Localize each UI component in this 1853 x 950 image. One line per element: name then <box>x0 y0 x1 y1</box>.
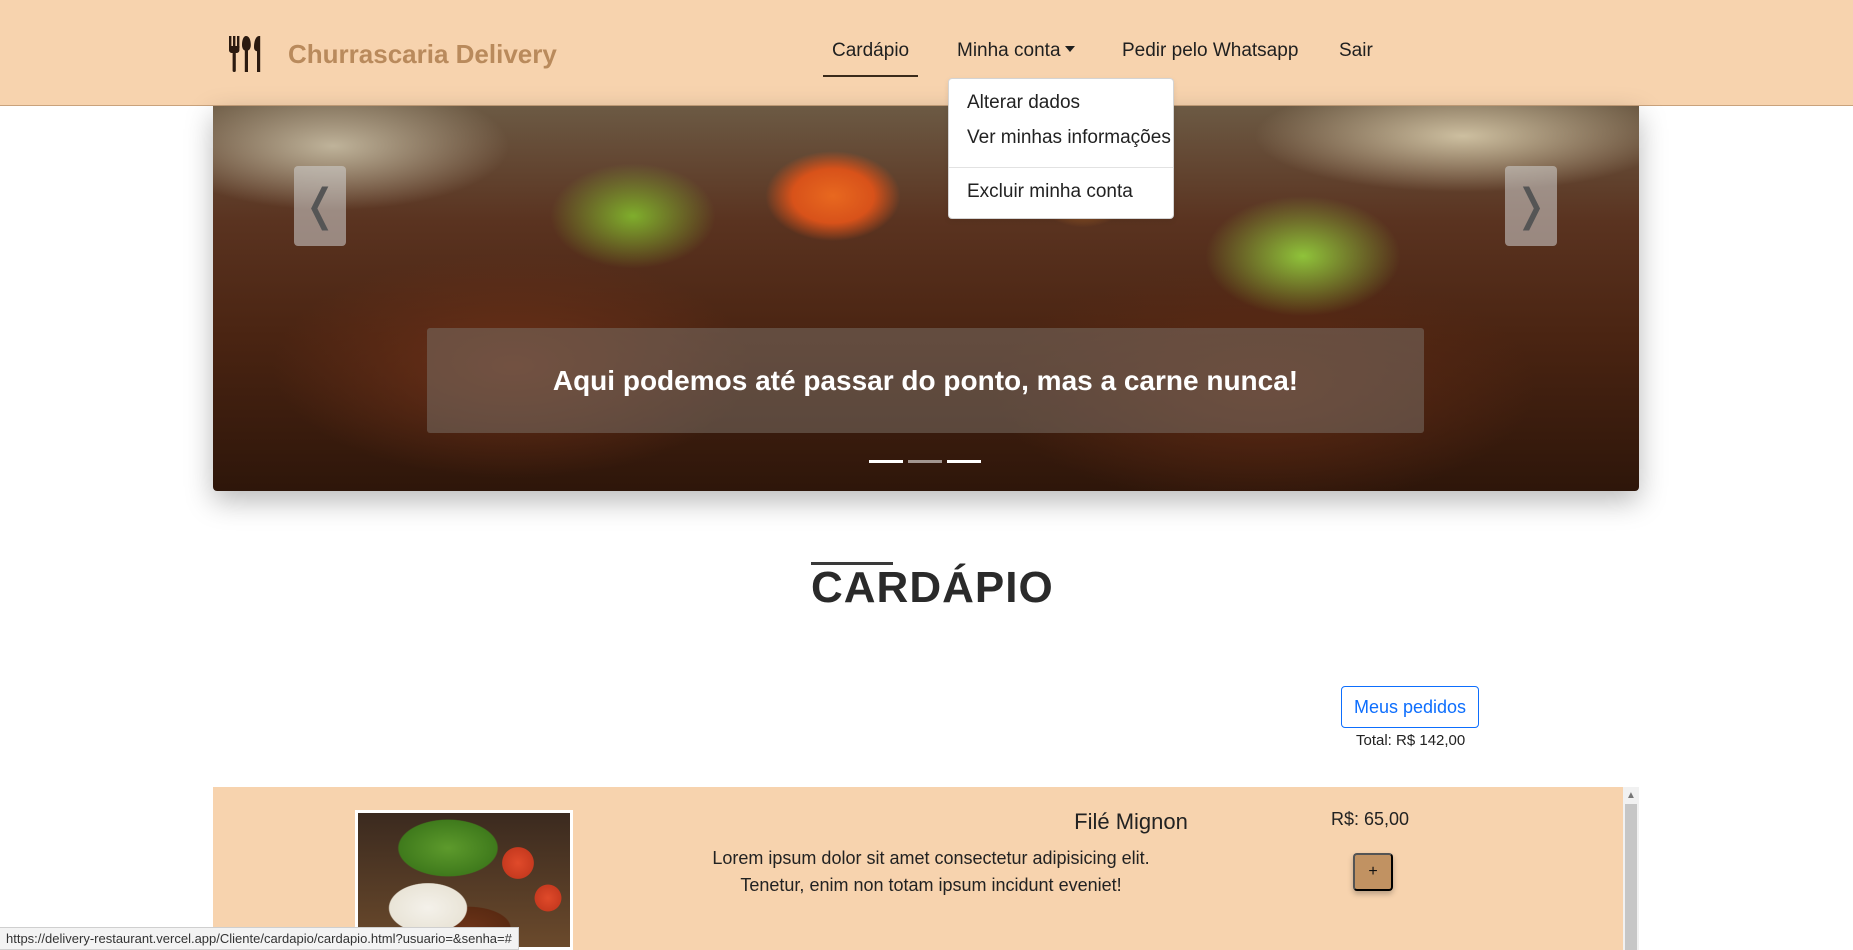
chevron-right-icon: ❭ <box>1512 181 1550 230</box>
carousel-caption-text: Aqui podemos até passar do ponto, mas a … <box>552 364 1299 396</box>
order-total: Total: R$ 142,00 <box>1356 732 1466 749</box>
utensils-icon <box>229 36 261 72</box>
add-to-cart-button[interactable]: + <box>1353 853 1393 891</box>
nav-whatsapp[interactable]: Pedir pelo Whatsapp <box>1122 40 1298 62</box>
scroll-up-icon[interactable]: ▲ <box>1623 787 1639 803</box>
nav-sair[interactable]: Sair <box>1339 40 1373 62</box>
nav-minha-conta[interactable]: Minha conta <box>957 40 1075 62</box>
account-dropdown-menu: Alterar dados Ver minhas informações Exc… <box>948 78 1174 219</box>
dropdown-divider <box>949 167 1173 168</box>
nav-minha-conta-label: Minha conta <box>957 40 1061 61</box>
product-list-scrollbar[interactable]: ▲ <box>1623 787 1639 950</box>
carousel-caption: Aqui podemos até passar do ponto, mas a … <box>427 328 1424 433</box>
scrollbar-thumb[interactable] <box>1625 804 1637 950</box>
nav-cardapio[interactable]: Cardápio <box>822 40 919 77</box>
product-description: Lorem ipsum dolor sit amet consectetur a… <box>712 848 1150 895</box>
carousel-indicator-3[interactable] <box>947 460 981 463</box>
product-price: R$: 65,00 <box>1331 809 1410 829</box>
dropdown-item-ver-informacoes[interactable]: Ver minhas informações <box>967 127 1171 149</box>
caret-down-icon <box>1064 46 1075 52</box>
brand-link[interactable]: Churrascaria Delivery <box>226 34 557 74</box>
product-card: Filé Mignon Lorem ipsum dolor sit amet c… <box>213 787 1623 950</box>
chevron-left-icon: ❬ <box>301 181 339 230</box>
page-title: CARDÁPIO <box>811 563 1054 612</box>
my-orders-button[interactable]: Meus pedidos <box>1341 686 1479 728</box>
brand-name: Churrascaria Delivery <box>288 38 557 69</box>
carousel-indicator-2[interactable] <box>908 460 942 463</box>
carousel-prev-button[interactable]: ❬ <box>294 166 346 246</box>
product-name: Filé Mignon <box>1074 809 1188 834</box>
browser-status-bar: https://delivery-restaurant.vercel.app/C… <box>0 927 519 950</box>
navbar: Churrascaria Delivery Cardápio Minha con… <box>0 0 1853 106</box>
dropdown-item-alterar-dados[interactable]: Alterar dados <box>967 92 1080 114</box>
carousel-indicators <box>869 460 986 463</box>
dropdown-item-excluir-conta[interactable]: Excluir minha conta <box>967 181 1133 203</box>
carousel-indicator-1[interactable] <box>869 460 903 463</box>
hero-carousel: ❬ ❭ Aqui podemos até passar do ponto, ma… <box>213 106 1639 491</box>
carousel-next-button[interactable]: ❭ <box>1505 166 1557 246</box>
product-list: Filé Mignon Lorem ipsum dolor sit amet c… <box>213 787 1639 950</box>
